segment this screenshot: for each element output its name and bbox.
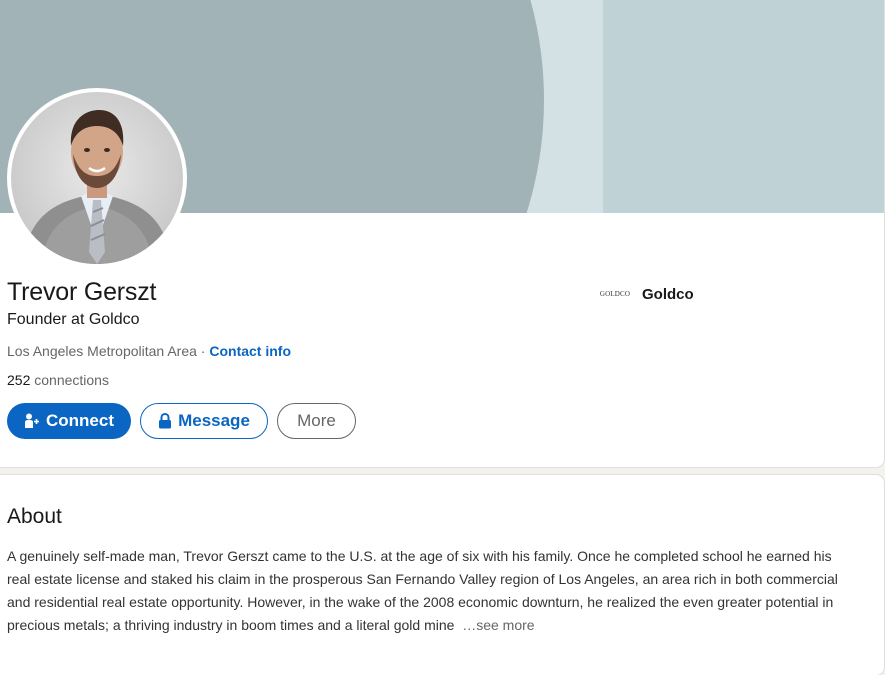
location-separator: · (196, 343, 210, 359)
location-text: Los Angeles Metropolitan Area (7, 343, 197, 359)
about-text: A genuinely self-made man, Trevor Gerszt… (7, 545, 857, 637)
message-label: Message (178, 411, 250, 430)
banner-rect-shape (603, 0, 884, 213)
see-more-link[interactable]: …see more (462, 617, 534, 633)
add-person-icon (25, 413, 39, 428)
about-section: About A genuinely self-made man, Trevor … (0, 475, 884, 675)
profile-headline: Founder at Goldco (7, 311, 140, 328)
current-company[interactable]: GOLDCO Goldco (598, 285, 694, 303)
more-button[interactable]: More (277, 403, 356, 439)
lock-icon (159, 413, 172, 429)
message-button[interactable]: Message (140, 403, 268, 439)
more-label: More (297, 411, 336, 430)
connect-button[interactable]: Connect (7, 403, 131, 439)
avatar-person-icon (23, 110, 171, 264)
connections-label: connections (30, 372, 109, 388)
contact-info-link[interactable]: Contact info (209, 343, 291, 359)
about-title: About (7, 505, 62, 528)
profile-card: Trevor Gerszt Founder at Goldco Los Ange… (0, 0, 884, 467)
company-logo: GOLDCO (599, 290, 631, 298)
company-name: Goldco (642, 285, 694, 303)
connections-count: 252 (7, 372, 31, 388)
profile-location-line: Los Angeles Metropolitan Area · Contact … (7, 343, 291, 359)
profile-name: Trevor Gerszt (7, 278, 157, 306)
connections-line: 252 connections (7, 372, 109, 388)
about-body: A genuinely self-made man, Trevor Gerszt… (7, 548, 838, 633)
avatar[interactable] (7, 88, 187, 268)
connect-label: Connect (46, 411, 114, 430)
